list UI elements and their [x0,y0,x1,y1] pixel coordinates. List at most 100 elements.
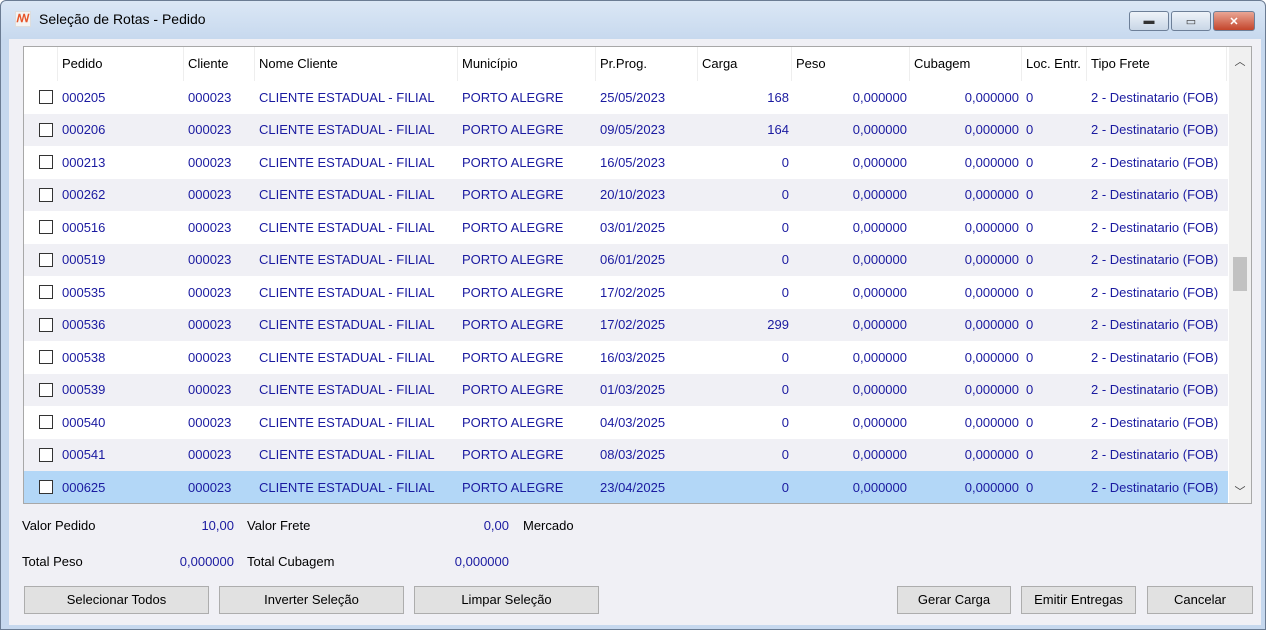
cell-cubagem: 0,000000 [964,252,1019,268]
cell-pr-prog: 04/03/2025 [600,414,666,430]
valor-pedido-label: Valor Pedido [22,518,96,533]
table-row[interactable]: 000519 000023 CLIENTE ESTADUAL - FILIAL POR… [24,243,1228,276]
cell-cubagem: 0,000000 [964,447,1019,463]
table-row[interactable]: 000538 000023 CLIENTE ESTADUAL - FILIAL POR… [24,341,1228,374]
column-header-5[interactable]: Pr.Prog. [596,47,698,81]
table-row[interactable]: 000516 000023 CLIENTE ESTADUAL - FILIAL POR… [24,211,1228,244]
table-row[interactable]: 000213 000023 CLIENTE ESTADUAL - FILIAL POR… [24,146,1228,179]
table-row[interactable]: 000541 000023 CLIENTE ESTADUAL - FILIAL POR… [24,438,1228,471]
generate-load-button[interactable]: Gerar Carga [897,586,1011,614]
column-header-4[interactable]: Município [458,47,596,81]
row-checkbox[interactable] [39,285,53,300]
cell-loc-entr: 0 [1026,447,1034,463]
row-checkbox[interactable] [39,122,53,137]
cell-pedido: 000540 [62,414,106,430]
cell-nome-cliente: CLIENTE ESTADUAL - FILIAL [259,122,435,138]
cell-tipo-frete: 2 - Destinatario (FOB) [1091,447,1219,463]
cell-peso: 0,000000 [852,349,907,365]
cell-pr-prog: 17/02/2025 [600,284,666,300]
invert-selection-button[interactable]: Inverter Seleção [219,586,404,614]
row-checkbox[interactable] [39,252,53,267]
column-header-3[interactable]: Nome Cliente [255,47,458,81]
select-all-button[interactable]: Selecionar Todos [24,586,209,614]
cell-cliente: 000023 [188,252,232,268]
cell-municipio: PORTO ALEGRE [462,89,564,105]
cell-loc-entr: 0 [1026,317,1034,333]
cell-cubagem: 0,000000 [964,89,1019,105]
table-row[interactable]: 000206 000023 CLIENTE ESTADUAL - FILIAL POR… [24,113,1228,146]
checkbox-cell [24,317,58,332]
scroll-up-icon[interactable]: ︿ [1229,51,1251,73]
vertical-scrollbar[interactable]: ︿ ﹀ [1229,47,1251,503]
cell-peso: 0,000000 [852,382,907,398]
valor-frete-label: Valor Frete [247,518,311,533]
cell-municipio: PORTO ALEGRE [462,414,564,430]
cell-loc-entr: 0 [1026,122,1034,138]
client-area: Pedido Cliente Nome Cliente Município Pr.Pro… [9,39,1261,625]
cancel-button[interactable]: Cancelar [1147,586,1253,614]
cell-peso: 0,000000 [852,219,907,235]
maximize-button[interactable]: ▭ [1171,11,1211,31]
cell-cubagem: 0,000000 [964,414,1019,430]
cell-carga: 0 [781,252,789,268]
column-header-6[interactable]: Carga [698,47,792,81]
cell-peso: 0,000000 [852,284,907,300]
row-checkbox[interactable] [39,90,53,105]
column-header-1[interactable]: Pedido [58,47,184,81]
cell-cubagem: 0,000000 [964,349,1019,365]
scroll-down-icon[interactable]: ﹀ [1229,481,1251,503]
cell-tipo-frete: 2 - Destinatario (FOB) [1091,252,1219,268]
cell-cliente: 000023 [188,284,232,300]
cell-tipo-frete: 2 - Destinatario (FOB) [1091,187,1219,203]
cell-cubagem: 0,000000 [964,154,1019,170]
row-checkbox[interactable] [39,220,53,235]
cell-pedido: 000262 [62,187,106,203]
issue-deliveries-button[interactable]: Emitir Entregas [1021,586,1136,614]
checkbox-cell [24,350,58,365]
close-button[interactable]: ✕ [1213,11,1255,31]
table-row[interactable]: 000536 000023 CLIENTE ESTADUAL - FILIAL POR… [24,308,1228,341]
clear-selection-button[interactable]: Limpar Seleção [414,586,599,614]
window: ꟿ Seleção de Rotas - Pedido ▬ ▭ ✕ Pedido… [0,0,1266,630]
cell-municipio: PORTO ALEGRE [462,252,564,268]
cell-peso: 0,000000 [852,414,907,430]
cell-pedido: 000516 [62,219,106,235]
table-row[interactable]: 000625 000023 CLIENTE ESTADUAL - FILIAL POR… [24,471,1228,503]
table-row[interactable]: 000539 000023 CLIENTE ESTADUAL - FILIAL POR… [24,373,1228,406]
cell-cliente: 000023 [188,414,232,430]
orders-grid: Pedido Cliente Nome Cliente Município Pr.Pro… [23,46,1252,504]
row-checkbox[interactable] [39,155,53,170]
row-checkbox[interactable] [39,317,53,332]
cell-peso: 0,000000 [852,154,907,170]
row-checkbox[interactable] [39,415,53,430]
column-header-10[interactable]: Tipo Frete [1087,47,1227,81]
table-row[interactable]: 000205 000023 CLIENTE ESTADUAL - FILIAL POR… [24,81,1228,114]
minimize-button[interactable]: ▬ [1129,11,1169,31]
cell-cliente: 000023 [188,122,232,138]
cell-nome-cliente: CLIENTE ESTADUAL - FILIAL [259,447,435,463]
row-checkbox[interactable] [39,447,53,462]
column-header-7[interactable]: Peso [792,47,910,81]
cell-peso: 0,000000 [852,89,907,105]
cell-carga: 0 [781,382,789,398]
cell-pedido: 000206 [62,122,106,138]
column-header-8[interactable]: Cubagem [910,47,1022,81]
checkbox-cell [24,122,58,137]
row-checkbox[interactable] [39,480,53,495]
table-row[interactable]: 000540 000023 CLIENTE ESTADUAL - FILIAL POR… [24,406,1228,439]
cell-municipio: PORTO ALEGRE [462,447,564,463]
table-row[interactable]: 000535 000023 CLIENTE ESTADUAL - FILIAL POR… [24,276,1228,309]
scrollbar-thumb[interactable] [1233,257,1247,291]
row-checkbox[interactable] [39,350,53,365]
column-header-9[interactable]: Loc. Entr. [1022,47,1087,81]
cell-pedido: 000538 [62,349,106,365]
cell-nome-cliente: CLIENTE ESTADUAL - FILIAL [259,219,435,235]
cell-loc-entr: 0 [1026,382,1034,398]
cell-pedido: 000535 [62,284,106,300]
column-header-2[interactable]: Cliente [184,47,255,81]
cell-municipio: PORTO ALEGRE [462,317,564,333]
cell-pr-prog: 06/01/2025 [600,252,666,268]
row-checkbox[interactable] [39,187,53,202]
table-row[interactable]: 000262 000023 CLIENTE ESTADUAL - FILIAL POR… [24,178,1228,211]
row-checkbox[interactable] [39,382,53,397]
